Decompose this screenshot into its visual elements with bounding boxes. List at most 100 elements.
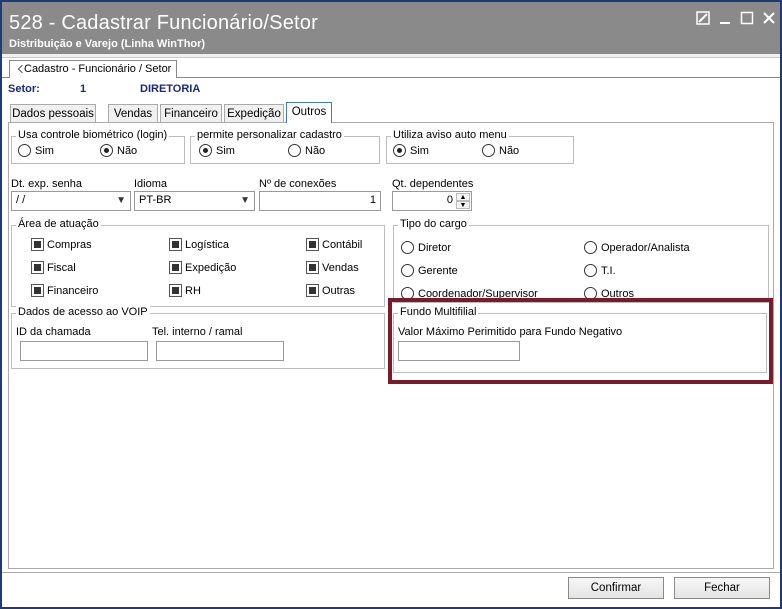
check-label: Compras — [47, 238, 92, 251]
check-label: Vendas — [322, 261, 359, 274]
radio-dot — [584, 264, 597, 277]
voip-tel-input[interactable] — [156, 341, 284, 361]
check-label: Fiscal — [47, 261, 76, 274]
setor-code: 1 — [80, 83, 87, 95]
highlight-box — [388, 298, 773, 384]
checkbox-box — [31, 284, 44, 297]
group-personalizar-title: permite personalizar cadastro — [195, 129, 344, 141]
close-button[interactable]: Fechar — [674, 577, 770, 599]
window-title: 528 - Cadastrar Funcionário/Setor — [9, 12, 318, 34]
chevron-down-icon[interactable]: ▼ — [240, 195, 250, 206]
idioma-select[interactable]: PT-BR ▼ — [134, 191, 255, 211]
group-biometrico-title: Usa controle biométrico (login) — [16, 129, 170, 141]
checkbox-box — [169, 261, 182, 274]
tab-vendas[interactable]: Vendas — [108, 104, 158, 122]
radio-label: Gerente — [418, 264, 458, 277]
tab-financeiro[interactable]: Financeiro — [160, 104, 222, 122]
radio-diretor[interactable]: Diretor — [401, 241, 451, 254]
group-biometrico: Usa controle biométrico (login) Sim Não — [11, 129, 185, 164]
radio-ti[interactable]: T.I. — [584, 264, 616, 277]
radio-dot — [401, 241, 414, 254]
radio-biometrico-sim[interactable]: Sim — [18, 144, 54, 157]
minimize-icon[interactable] — [717, 11, 733, 27]
check-rh[interactable]: RH — [169, 284, 201, 297]
check-outras[interactable]: Outras — [306, 284, 355, 297]
conexoes-label: Nº de conexões — [259, 178, 337, 190]
edit-icon[interactable] — [695, 11, 711, 27]
footer-divider — [2, 572, 780, 573]
check-fiscal[interactable]: Fiscal — [31, 261, 76, 274]
radio-label: Sim — [410, 144, 429, 157]
radio-label: Diretor — [418, 241, 452, 254]
maximize-icon[interactable] — [739, 11, 755, 27]
radio-aviso-sim[interactable]: Sim — [393, 144, 429, 157]
dependentes-stepper[interactable]: 0 ▲ ▼ — [392, 191, 472, 211]
check-logistica[interactable]: Logística — [169, 238, 229, 251]
tab-outros[interactable]: Outros — [286, 102, 332, 123]
check-compras[interactable]: Compras — [31, 238, 92, 251]
tab-dados-pessoais[interactable]: Dados pessoais — [10, 104, 96, 122]
group-tipo-cargo: Tipo do cargo Diretor Operador/Analista … — [393, 218, 769, 303]
dt-exp-senha-field[interactable]: / / ▼ — [11, 191, 131, 211]
conexoes-input[interactable]: 1 — [259, 191, 381, 211]
checkbox-box — [306, 238, 319, 251]
tab-expedicao[interactable]: Expedição — [224, 104, 284, 122]
chevron-down-icon[interactable]: ▼ — [116, 195, 126, 206]
main-window: 528 - Cadastrar Funcionário/Setor Distri… — [0, 0, 782, 609]
radio-operador-analista[interactable]: Operador/Analista — [584, 241, 690, 254]
radio-personalizar-sim[interactable]: Sim — [199, 144, 235, 157]
setor-name: DIRETORIA — [140, 83, 201, 95]
radio-label: Operador/Analista — [601, 241, 690, 254]
radio-label: Não — [499, 144, 520, 157]
radio-dot — [393, 144, 406, 157]
check-vendas[interactable]: Vendas — [306, 261, 359, 274]
group-aviso-menu: Utiliza aviso auto menu Sim Não — [386, 129, 574, 164]
dt-exp-senha-label: Dt. exp. senha — [11, 178, 82, 190]
radio-dot — [482, 144, 495, 157]
check-label: Expedição — [185, 261, 237, 274]
check-financeiro[interactable]: Financeiro — [31, 284, 98, 297]
radio-gerente[interactable]: Gerente — [401, 264, 458, 277]
radio-dot — [401, 264, 414, 277]
radio-label: Sim — [35, 144, 54, 157]
checkbox-box — [306, 284, 319, 297]
group-voip: Dados de acesso ao VOIP ID da chamada Te… — [11, 306, 385, 369]
voip-tel-label: Tel. interno / ramal — [152, 326, 243, 338]
window-subtitle: Distribuição e Varejo (Linha WinThor) — [9, 38, 206, 50]
check-label: Outras — [322, 284, 356, 297]
check-label: Contábil — [322, 238, 363, 251]
dt-exp-senha-value: / / — [16, 194, 26, 206]
radio-dot — [18, 144, 31, 157]
tab-cadastro-label: Cadastro - Funcionário / Setor — [24, 63, 172, 75]
dependentes-label: Qt. dependentes — [392, 178, 474, 190]
radio-label: Não — [305, 144, 326, 157]
close-icon[interactable] — [761, 11, 777, 27]
checkbox-box — [169, 284, 182, 297]
check-label: Financeiro — [47, 284, 99, 297]
radio-dot — [199, 144, 212, 157]
voip-id-label: ID da chamada — [16, 326, 91, 338]
radio-dot — [584, 241, 597, 254]
check-expedicao[interactable]: Expedição — [169, 261, 236, 274]
voip-id-input[interactable] — [20, 341, 148, 361]
radio-label: T.I. — [601, 264, 616, 277]
confirm-button[interactable]: Confirmar — [568, 577, 664, 599]
checkbox-box — [306, 261, 319, 274]
title-bar: 528 - Cadastrar Funcionário/Setor Distri… — [2, 2, 780, 54]
radio-aviso-nao[interactable]: Não — [482, 144, 519, 157]
group-aviso-title: Utiliza aviso auto menu — [391, 129, 509, 141]
idioma-value: PT-BR — [139, 194, 172, 206]
check-label: RH — [185, 284, 201, 297]
spin-down-icon[interactable]: ▼ — [456, 201, 470, 209]
idioma-label: Idioma — [134, 178, 168, 190]
check-contabil[interactable]: Contábil — [306, 238, 362, 251]
radio-biometrico-nao[interactable]: Não — [100, 144, 137, 157]
dependentes-value: 0 — [446, 194, 453, 206]
radio-label: Não — [117, 144, 138, 157]
radio-dot — [100, 144, 113, 157]
group-area-atuacao: Área de atuação Compras Logística Contáb… — [11, 218, 385, 307]
spin-up-icon[interactable]: ▲ — [456, 193, 470, 201]
tab-cadastro[interactable]: Cadastro - Funcionário / Setor — [9, 60, 177, 78]
checkbox-box — [169, 238, 182, 251]
radio-personalizar-nao[interactable]: Não — [288, 144, 325, 157]
